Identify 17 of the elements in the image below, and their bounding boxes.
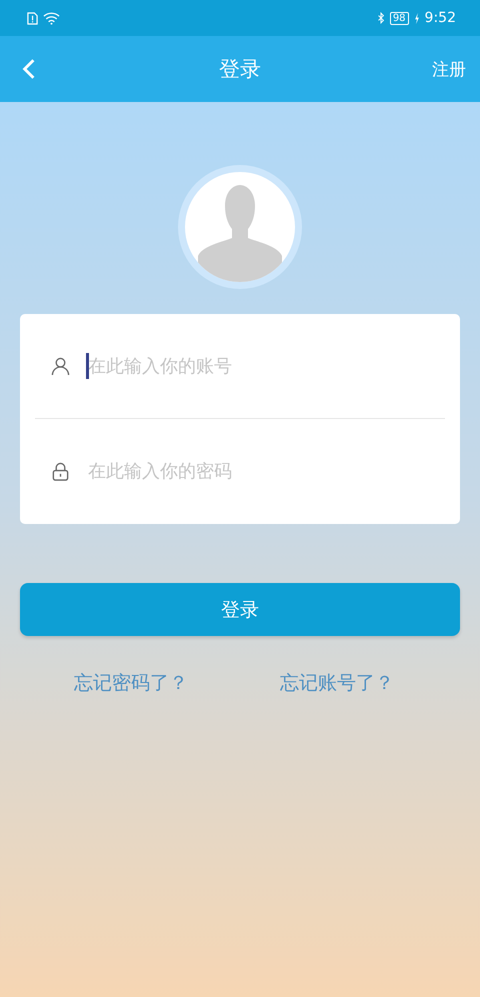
- password-field[interactable]: 在此输入你的密码: [88, 460, 440, 482]
- login-button[interactable]: 登录: [20, 583, 460, 636]
- user-icon: [51, 356, 70, 376]
- page-title: 登录: [219, 56, 261, 83]
- register-link[interactable]: 注册: [432, 58, 466, 80]
- status-time: 9:52: [424, 10, 456, 26]
- charging-icon: [414, 12, 420, 24]
- wifi-icon: [43, 11, 60, 25]
- forgot-link[interactable]: 忘记账号了？: [280, 670, 394, 696]
- back-button[interactable]: [22, 58, 36, 80]
- lock-icon: [51, 462, 70, 480]
- sim-alert-icon: [27, 12, 38, 24]
- battery-level: 98: [390, 12, 409, 24]
- person-silhouette-icon: [185, 172, 295, 282]
- forgot-link[interactable]: 忘记密码了？: [74, 670, 188, 696]
- account-field[interactable]: 在此输入你的账号: [88, 356, 440, 376]
- bluetooth-icon: [376, 12, 385, 24]
